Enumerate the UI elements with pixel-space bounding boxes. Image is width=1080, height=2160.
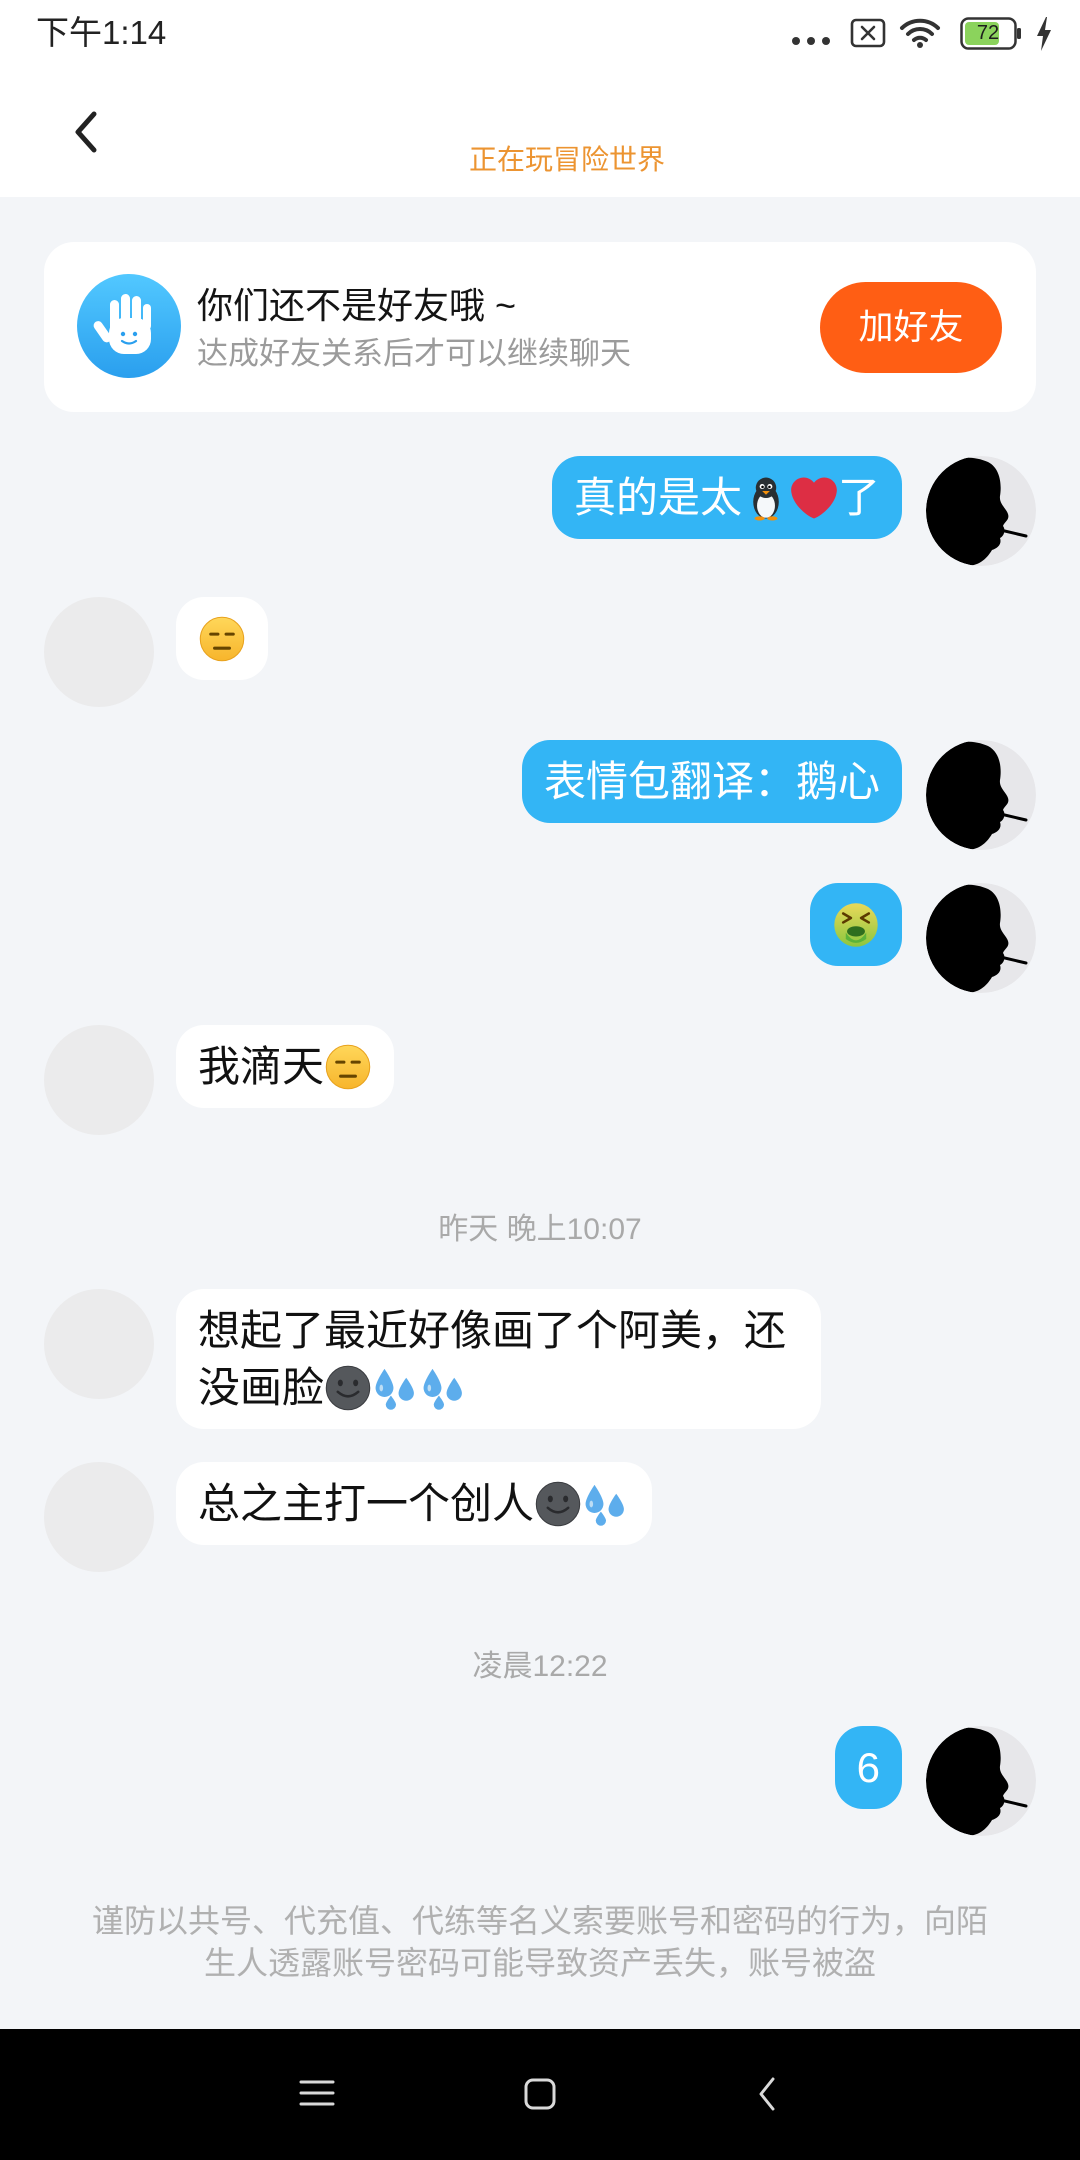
message-bubble[interactable] <box>176 597 268 680</box>
message-row: 表情包翻译：鹅心 <box>521 740 1036 850</box>
face-vomiting-emoji <box>833 902 879 948</box>
message-text: 6 <box>856 1744 880 1791</box>
new-moon-face-emoji <box>535 1481 582 1527</box>
sweat-droplets-emoji <box>375 1368 414 1410</box>
battery-level: 72 <box>976 22 1000 44</box>
waving-hand-icon <box>77 274 181 378</box>
home-button[interactable] <box>510 2064 570 2124</box>
system-nav-bar <box>0 2029 1080 2160</box>
contact-status: 正在玩冒险世界 <box>468 144 665 175</box>
menu-button[interactable] <box>287 2063 347 2123</box>
message-text: 真的是太 <box>573 474 742 521</box>
my-avatar[interactable] <box>926 1726 1036 1836</box>
message-row: 真的是太 了 <box>551 456 1036 566</box>
chat-timestamp: 昨天 晚上10:07 <box>438 1213 642 1246</box>
status-time: 下午1:14 <box>36 14 167 51</box>
chat-timestamp: 凌晨12:22 <box>472 1650 608 1683</box>
message-row: 我滴天 <box>44 1025 395 1135</box>
message-bubble[interactable]: 总之主打一个创人 <box>176 1462 653 1545</box>
sweat-droplets-emoji <box>423 1368 462 1410</box>
back-button[interactable] <box>56 100 116 164</box>
message-bubble[interactable]: 表情包翻译：鹅心 <box>521 740 902 823</box>
menu-icon <box>299 2080 335 2106</box>
message-row <box>44 597 268 707</box>
sweat-droplets-emoji <box>585 1484 624 1526</box>
penguin-emoji <box>753 477 779 521</box>
safety-notice: 谨防以共号、代充值、代练等名义索要账号和密码的行为，向陌生人透露账号密码可能导致… <box>91 1903 988 1981</box>
red-heart-emoji <box>791 477 837 519</box>
message-text: 表情包翻译：鹅心 <box>543 758 880 805</box>
contact-avatar[interactable] <box>44 597 154 707</box>
friend-notice-subtitle: 达成好友关系后才可以继续聊天 <box>197 336 631 371</box>
more-dots-icon <box>792 37 830 45</box>
my-avatar[interactable] <box>926 740 1036 850</box>
add-friend-button[interactable]: 加好友 <box>820 282 1002 373</box>
wifi-icon <box>900 18 940 48</box>
charging-bolt-icon <box>1037 17 1051 51</box>
message-bubble[interactable] <box>810 883 902 966</box>
system-back-button[interactable] <box>737 2064 797 2124</box>
message-row: 想起了最近好像画了个阿美，还没画脸 <box>44 1289 821 1429</box>
my-avatar[interactable] <box>926 456 1036 566</box>
message-bubble[interactable]: 真的是太 了 <box>551 456 902 539</box>
friend-notice-card: 你们还不是好友哦 ~ 达成好友关系后才可以继续聊天 加好友 <box>44 242 1036 412</box>
no-sim-icon <box>850 18 886 48</box>
back-icon <box>759 2077 775 2111</box>
message-bubble[interactable]: 我滴天 <box>176 1025 395 1108</box>
home-icon <box>524 2078 556 2110</box>
contact-avatar[interactable] <box>44 1462 154 1572</box>
contact-avatar[interactable] <box>44 1025 154 1135</box>
expressionless-face-emoji <box>325 1044 371 1090</box>
friend-notice-title: 你们还不是好友哦 ~ <box>197 285 517 326</box>
message-text: 我滴天 <box>198 1043 325 1090</box>
message-bubble[interactable]: 6 <box>834 1726 902 1809</box>
message-text: 了 <box>837 474 880 521</box>
expressionless-face-emoji <box>199 616 245 662</box>
my-avatar[interactable] <box>926 883 1036 993</box>
message-bubble[interactable]: 想起了最近好像画了个阿美，还没画脸 <box>176 1289 821 1429</box>
chevron-left-icon <box>75 111 97 153</box>
message-row: 6 <box>834 1726 1036 1836</box>
message-row: 总之主打一个创人 <box>44 1462 653 1572</box>
message-text: 总之主打一个创人 <box>198 1480 535 1527</box>
new-moon-face-emoji <box>325 1365 372 1411</box>
header-bar: 下午1:14 72 正在玩冒险世界 <box>0 0 1080 197</box>
contact-avatar[interactable] <box>44 1289 154 1399</box>
message-text: 想起了最近好像画了个阿美，还没画脸 <box>198 1307 787 1411</box>
battery-icon: 72 <box>960 17 1022 50</box>
message-row <box>810 883 1036 993</box>
